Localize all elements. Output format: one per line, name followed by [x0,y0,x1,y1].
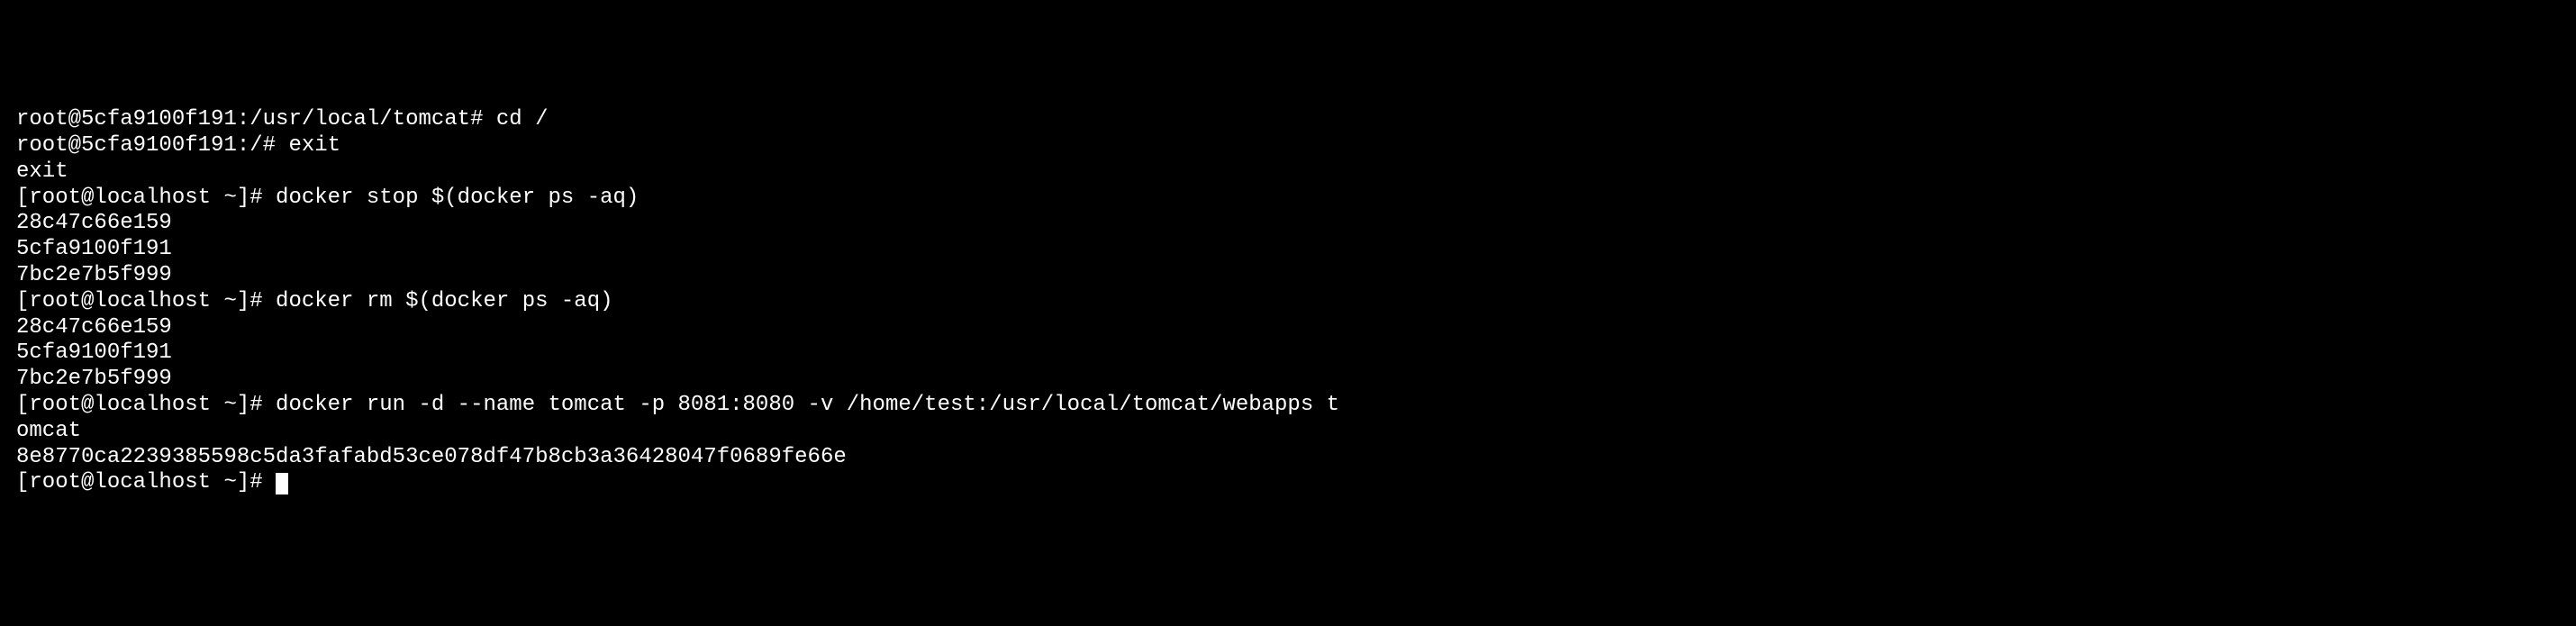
terminal-line: 5cfa9100f191 [16,237,2560,263]
terminal-line: 7bc2e7b5f999 [16,263,2560,289]
shell-output: omcat [16,419,81,443]
shell-command: docker rm $(docker ps -aq) [276,289,612,313]
shell-command: cd / [496,107,549,132]
shell-output: 28c47c66e159 [16,211,172,235]
shell-prompt: [root@localhost ~]# [16,470,276,494]
terminal-line: omcat [16,419,2560,445]
terminal-line: [root@localhost ~]# docker run -d --name… [16,393,2560,419]
terminal-line: [root@localhost ~]# docker stop $(docker… [16,186,2560,212]
shell-prompt: [root@localhost ~]# [16,289,276,313]
shell-output: 8e8770ca2239385598c5da3fafabd53ce078df47… [16,445,847,469]
terminal-line: 28c47c66e159 [16,315,2560,341]
shell-output: 28c47c66e159 [16,315,172,340]
shell-output: 7bc2e7b5f999 [16,263,172,287]
shell-prompt: root@5cfa9100f191:/# [16,133,288,158]
shell-output: 5cfa9100f191 [16,340,172,365]
terminal-line: 8e8770ca2239385598c5da3fafabd53ce078df47… [16,445,2560,471]
shell-prompt: [root@localhost ~]# [16,393,276,417]
shell-output: 7bc2e7b5f999 [16,367,172,391]
terminal-line: 28c47c66e159 [16,211,2560,237]
terminal-line: 5cfa9100f191 [16,340,2560,367]
shell-output: 5cfa9100f191 [16,237,172,261]
terminal-line: [root@localhost ~]# [16,470,2560,496]
shell-prompt: root@5cfa9100f191:/usr/local/tomcat# [16,107,496,132]
cursor-icon [276,473,288,494]
shell-command: docker run -d --name tomcat -p 8081:8080… [276,393,1339,417]
terminal-line: root@5cfa9100f191:/# exit [16,133,2560,159]
shell-output: exit [16,159,68,184]
terminal-line: exit [16,159,2560,186]
terminal-line: [root@localhost ~]# docker rm $(docker p… [16,289,2560,315]
terminal-output[interactable]: root@5cfa9100f191:/usr/local/tomcat# cd … [16,107,2560,496]
terminal-line: 7bc2e7b5f999 [16,367,2560,393]
terminal-line: root@5cfa9100f191:/usr/local/tomcat# cd … [16,107,2560,133]
shell-command: docker stop $(docker ps -aq) [276,186,639,210]
shell-command: exit [288,133,340,158]
shell-prompt: [root@localhost ~]# [16,186,276,210]
